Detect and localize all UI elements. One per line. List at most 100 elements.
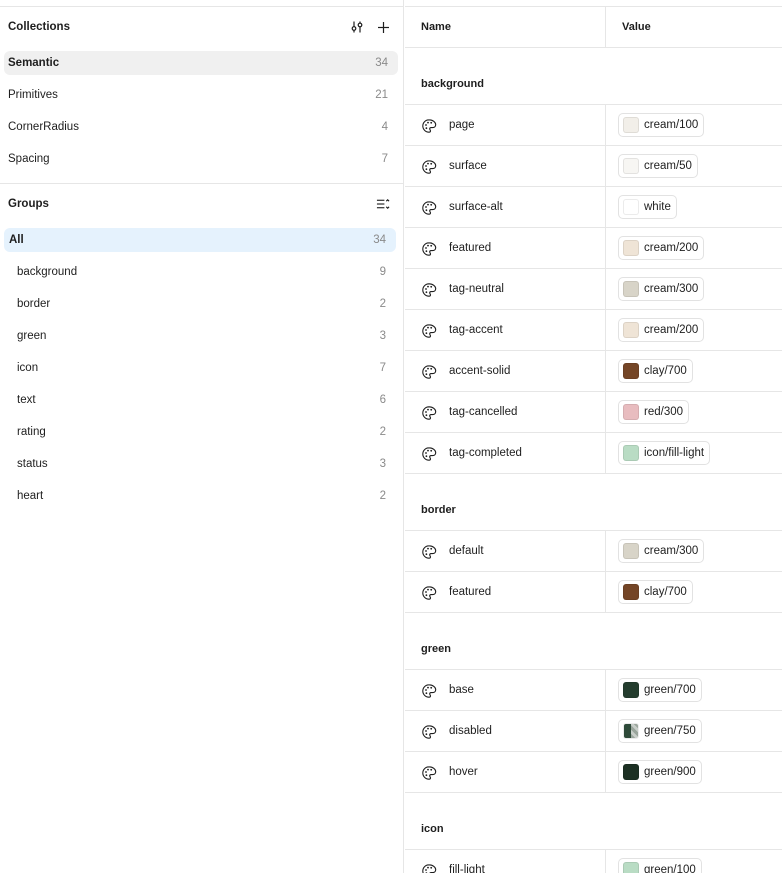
variable-row[interactable]: tag-completed icon/fill-light — [405, 433, 782, 474]
variable-row[interactable]: hover green/900 — [405, 752, 782, 793]
variable-name[interactable]: base — [449, 670, 474, 710]
variable-value-chip[interactable]: cream/300 — [618, 539, 705, 563]
variable-row[interactable]: accent-solid clay/700 — [405, 351, 782, 392]
group-item-green[interactable]: green 3 — [4, 324, 396, 348]
variable-value: icon/fill-light — [644, 447, 705, 459]
color-variable-icon — [421, 323, 437, 339]
variable-name[interactable]: accent-solid — [449, 351, 510, 391]
variable-value-chip[interactable]: cream/100 — [618, 113, 705, 137]
variable-value: cream/100 — [644, 119, 699, 131]
variable-value-chip[interactable]: green/900 — [618, 760, 702, 784]
sidebar: Collections Semantic 34 Primitives 21 Co… — [0, 0, 404, 873]
column-header-value[interactable]: Value — [622, 7, 651, 47]
variable-value: cream/300 — [644, 283, 699, 295]
color-variable-icon — [421, 585, 437, 601]
group-count: 6 — [379, 394, 386, 406]
variable-row[interactable]: surface-alt white — [405, 187, 782, 228]
variable-value-chip[interactable]: green/750 — [618, 719, 702, 743]
variable-value-chip[interactable]: cream/300 — [618, 277, 705, 301]
variable-row[interactable]: default cream/300 — [405, 531, 782, 572]
variable-name[interactable]: hover — [449, 752, 478, 792]
variable-name[interactable]: surface-alt — [449, 187, 503, 227]
variable-row[interactable]: surface cream/50 — [405, 146, 782, 187]
variables-table: Name Value background page cream/100 surfac… — [405, 0, 782, 873]
variable-row[interactable]: featured cream/200 — [405, 228, 782, 269]
variable-row[interactable]: tag-accent cream/200 — [405, 310, 782, 351]
group-item-all[interactable]: All 34 — [4, 228, 396, 252]
column-divider — [605, 146, 606, 187]
adjust-icon[interactable] — [350, 20, 364, 34]
variable-value: clay/700 — [644, 586, 687, 598]
variable-value-chip[interactable]: white — [618, 195, 677, 219]
variable-name[interactable]: page — [449, 105, 475, 145]
color-swatch — [623, 404, 639, 420]
group-item-rating[interactable]: rating 2 — [4, 420, 396, 444]
color-swatch — [623, 445, 639, 461]
group-count: 2 — [379, 298, 386, 310]
column-divider — [605, 7, 606, 47]
collection-count: 7 — [381, 153, 388, 165]
variable-row[interactable]: disabled green/750 — [405, 711, 782, 752]
column-divider — [605, 572, 606, 613]
variable-name[interactable]: fill-light — [449, 850, 485, 873]
variable-name[interactable]: disabled — [449, 711, 492, 751]
variable-value-chip[interactable]: cream/200 — [618, 318, 705, 342]
group-item-status[interactable]: status 3 — [4, 452, 396, 476]
variable-value: green/900 — [644, 766, 696, 778]
variable-name[interactable]: tag-completed — [449, 433, 522, 473]
group-item-border[interactable]: border 2 — [4, 292, 396, 316]
group-item-background[interactable]: background 9 — [4, 260, 396, 284]
collection-item-semantic[interactable]: Semantic 34 — [4, 51, 398, 75]
color-variable-icon — [421, 446, 437, 462]
variable-row[interactable]: page cream/100 — [405, 105, 782, 146]
variable-value-chip[interactable]: clay/700 — [618, 580, 693, 604]
variable-value-chip[interactable]: green/700 — [618, 678, 702, 702]
color-swatch — [623, 240, 639, 256]
variable-name[interactable]: tag-neutral — [449, 269, 504, 309]
group-label: icon — [17, 362, 39, 374]
variable-name[interactable]: tag-cancelled — [449, 392, 517, 432]
variable-value: red/300 — [644, 406, 684, 418]
variable-row[interactable]: tag-neutral cream/300 — [405, 269, 782, 310]
color-swatch — [623, 158, 639, 174]
add-collection-icon[interactable] — [376, 20, 390, 34]
group-item-heart[interactable]: heart 2 — [4, 484, 396, 508]
collections-title: Collections — [8, 21, 70, 33]
variable-name[interactable]: featured — [449, 228, 491, 268]
collection-item-primitives[interactable]: Primitives 21 — [4, 83, 398, 107]
variable-row[interactable]: featured clay/700 — [405, 572, 782, 613]
color-swatch — [623, 117, 639, 133]
collection-label: CornerRadius — [8, 121, 79, 133]
sort-groups-icon[interactable] — [376, 197, 390, 211]
variable-value-chip[interactable]: cream/50 — [618, 154, 698, 178]
variable-row[interactable]: fill-light green/100 — [405, 850, 782, 873]
group-item-icon[interactable]: icon 7 — [4, 356, 396, 380]
group-label: All — [9, 234, 24, 246]
variable-value-chip[interactable]: green/100 — [618, 858, 702, 873]
group-item-text[interactable]: text 6 — [4, 388, 396, 412]
group-count: 2 — [379, 426, 386, 438]
column-divider — [605, 850, 606, 873]
variable-row[interactable]: tag-cancelled red/300 — [405, 392, 782, 433]
variable-value-chip[interactable]: cream/200 — [618, 236, 705, 260]
group-title-border: border — [421, 504, 456, 516]
column-header-name[interactable]: Name — [421, 7, 451, 47]
variable-value-chip[interactable]: icon/fill-light — [618, 441, 711, 465]
variable-name[interactable]: surface — [449, 146, 487, 186]
variable-value-chip[interactable]: red/300 — [618, 400, 690, 424]
variable-name[interactable]: tag-accent — [449, 310, 503, 350]
variable-value-chip[interactable]: clay/700 — [618, 359, 693, 383]
color-variable-icon — [421, 364, 437, 380]
variable-name[interactable]: featured — [449, 572, 491, 612]
collection-count: 34 — [375, 57, 388, 69]
color-variable-icon — [421, 405, 437, 421]
collection-item-spacing[interactable]: Spacing 7 — [4, 147, 398, 171]
color-swatch — [623, 723, 639, 739]
variable-value: cream/300 — [644, 545, 699, 557]
variable-row[interactable]: base green/700 — [405, 670, 782, 711]
collection-item-cornerradius[interactable]: CornerRadius 4 — [4, 115, 398, 139]
collections-header: Collections — [0, 9, 404, 45]
group-count: 3 — [379, 458, 386, 470]
color-variable-icon — [421, 544, 437, 560]
variable-name[interactable]: default — [449, 531, 484, 571]
